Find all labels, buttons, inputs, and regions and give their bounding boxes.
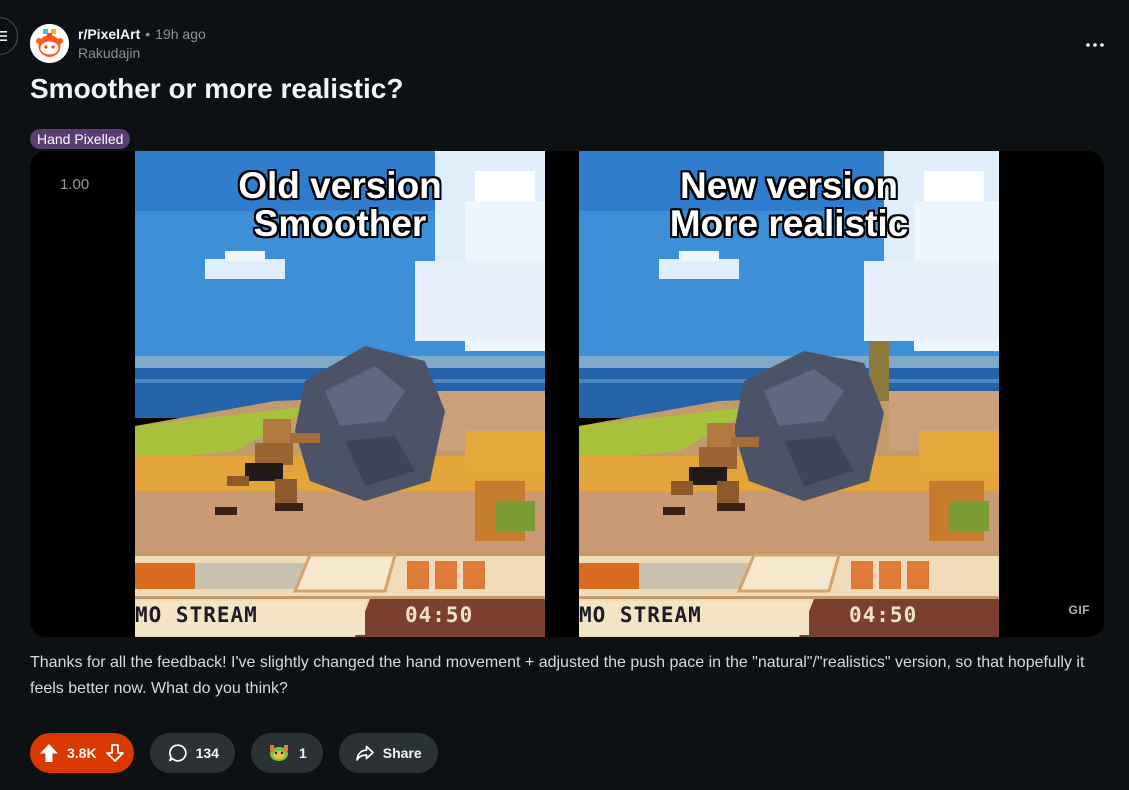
caption-line-2: Smoother xyxy=(253,203,427,244)
vote-control: 3.8K xyxy=(30,733,134,773)
post-time: 19h ago xyxy=(155,25,206,42)
upvote-arrow-icon xyxy=(40,744,58,762)
award-button[interactable]: 1 xyxy=(250,733,323,773)
hud-timer: 04:50 xyxy=(405,603,474,627)
gif-panel-old: Old version Smoother MO STREAM 04:50 xyxy=(135,151,545,637)
hud-stream-label: MO STREAM xyxy=(135,603,258,627)
hud-stream-label: MO STREAM xyxy=(579,603,702,627)
post-title[interactable]: Smoother or more realistic? xyxy=(30,72,403,106)
more-options-button[interactable] xyxy=(1081,33,1109,57)
share-button[interactable]: Share xyxy=(338,733,438,773)
gif-badge: GIF xyxy=(1068,603,1090,617)
share-arrow-icon xyxy=(355,745,374,761)
media-player[interactable]: 1.00 Old version Smoother MO STREAM 04:5… xyxy=(30,151,1104,637)
subreddit-link[interactable]: r/PixelArt xyxy=(78,25,140,43)
comment-bubble-icon xyxy=(168,744,187,762)
vote-score: 3.8K xyxy=(67,745,97,761)
caption-line-1: Old version xyxy=(238,165,442,206)
subreddit-avatar[interactable] xyxy=(30,24,69,63)
caption-line-2: More realistic xyxy=(669,203,909,244)
share-label: Share xyxy=(382,745,422,761)
post-page: r/PixelArt • 19h ago Rakudajin Smoother … xyxy=(0,0,1129,790)
post-flair[interactable]: Hand Pixelled xyxy=(30,129,131,149)
panel-caption: Old version Smoother xyxy=(135,167,545,243)
panel-caption: New version More realistic xyxy=(579,167,999,243)
post-meta: r/PixelArt • 19h ago Rakudajin xyxy=(78,25,206,63)
action-bar: 3.8K 134 1 Share xyxy=(30,733,438,773)
caption-line-1: New version xyxy=(680,165,898,206)
hamburger-menu-icon xyxy=(0,31,7,41)
downvote-button[interactable] xyxy=(105,743,125,763)
award-icon xyxy=(269,745,288,761)
downvote-arrow-icon xyxy=(105,744,124,762)
meta-separator: • xyxy=(145,25,151,42)
comment-count: 134 xyxy=(195,745,219,761)
author-link[interactable]: Rakudajin xyxy=(78,44,206,63)
post-header: r/PixelArt • 19h ago Rakudajin xyxy=(30,24,206,63)
upvote-button[interactable] xyxy=(39,743,59,763)
playback-speed[interactable]: 1.00 xyxy=(60,176,89,193)
gif-panel-new: New version More realistic MO STREAM 04:… xyxy=(579,151,999,637)
more-options-icon xyxy=(1086,43,1104,47)
hud-timer: 04:50 xyxy=(849,603,918,627)
menu-toggle-button[interactable] xyxy=(0,17,18,55)
award-count: 1 xyxy=(298,745,307,761)
post-body: Thanks for all the feedback! I've slight… xyxy=(30,654,1085,697)
meta-row: r/PixelArt • 19h ago xyxy=(78,25,206,43)
comments-button[interactable]: 134 xyxy=(149,733,235,773)
